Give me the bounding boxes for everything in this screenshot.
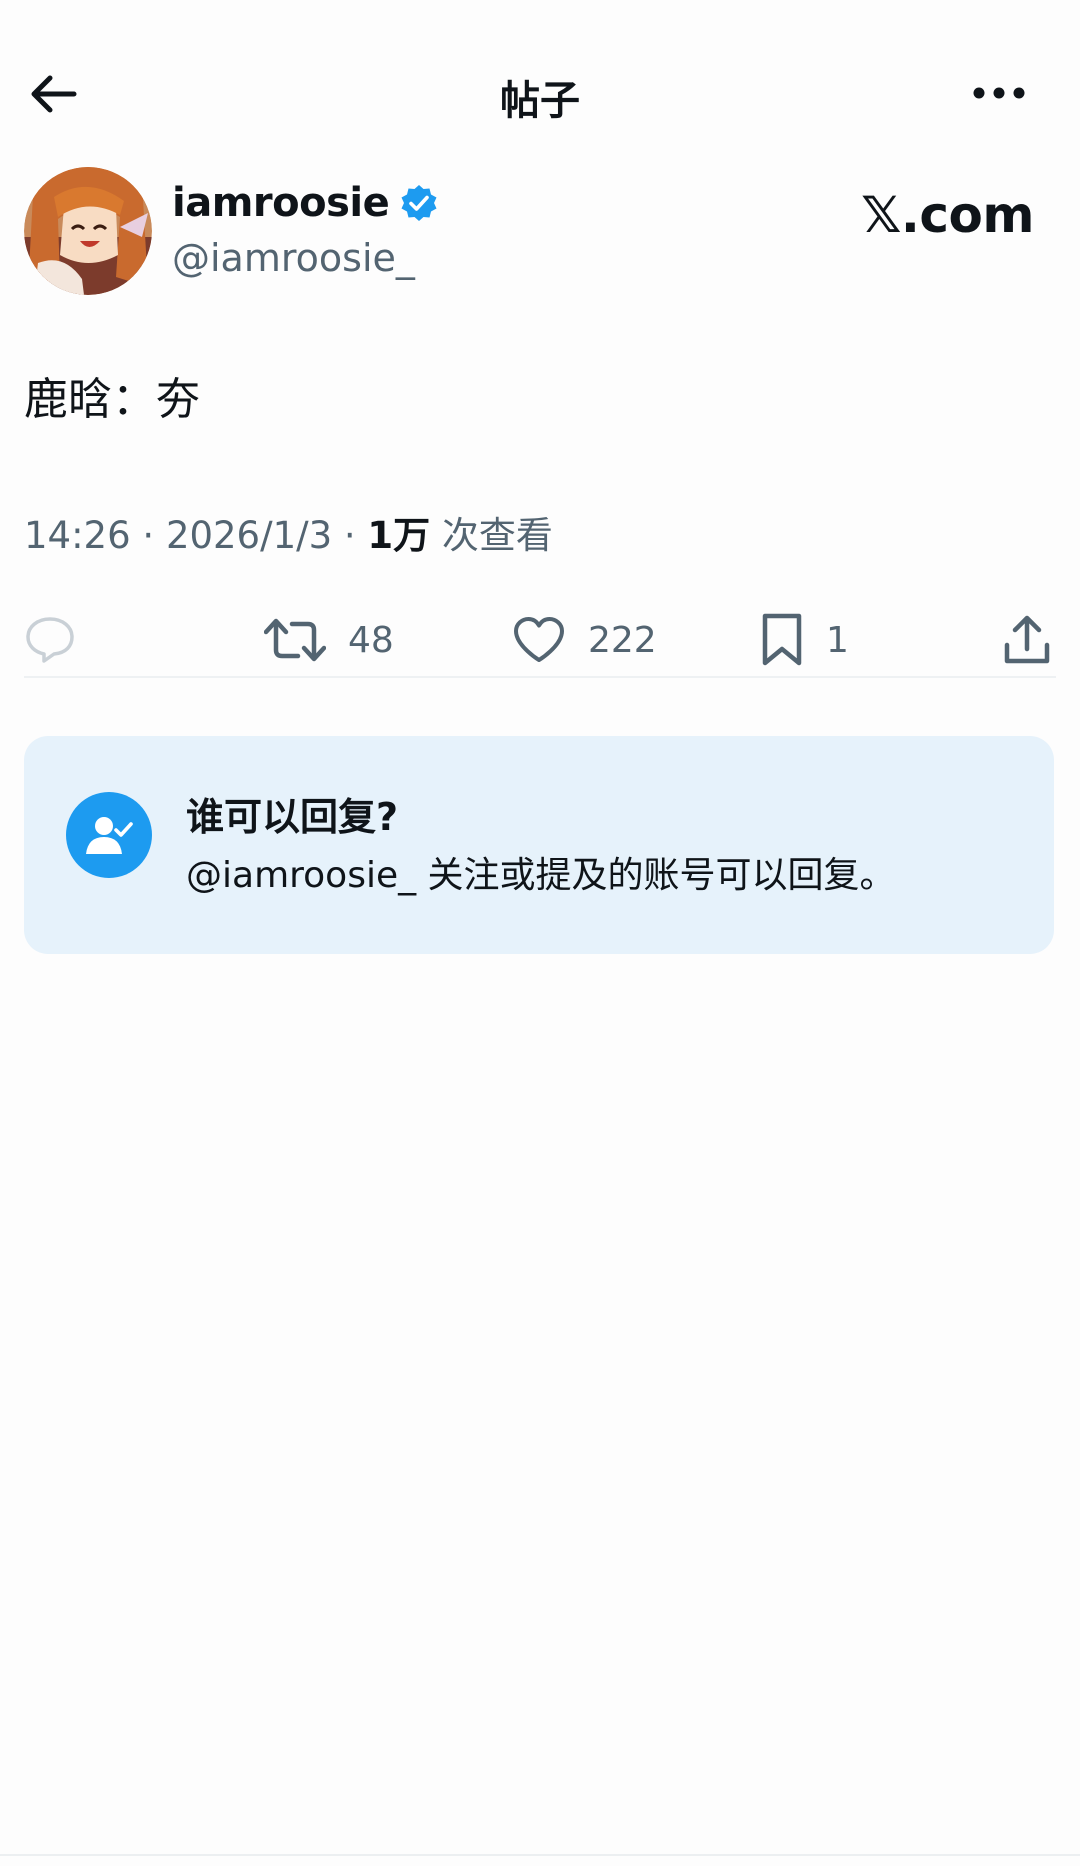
retweet-count: 48 xyxy=(348,619,394,661)
views-count[interactable]: 1万 xyxy=(367,514,430,557)
reply-settings-card: 谁可以回复? @iamroosie_ 关注或提及的账号可以回复。 xyxy=(24,736,1054,954)
retweet-icon xyxy=(264,618,326,662)
post-text: 鹿晗：夯 xyxy=(24,374,200,425)
page-title: 帖子 xyxy=(500,78,580,124)
reply-settings-description: @iamroosie_ 关注或提及的账号可以回复。 xyxy=(186,855,896,896)
share-button[interactable] xyxy=(1002,600,1052,680)
display-name-row: iamroosie xyxy=(172,180,439,226)
post-detail-page: 帖子 iamroosie @iamroosie_ 𝕏.com 鹿晗：夯 14:2… xyxy=(0,0,1080,1866)
bookmark-icon xyxy=(762,613,802,666)
meta-separator: · xyxy=(332,514,368,557)
reply-button[interactable] xyxy=(24,600,76,680)
heart-icon xyxy=(514,617,564,662)
user-check-icon xyxy=(66,792,152,878)
bottom-divider xyxy=(0,1854,1080,1856)
avatar[interactable] xyxy=(24,167,152,295)
avatar-image xyxy=(24,167,152,295)
like-button[interactable]: 222 xyxy=(512,600,657,680)
like-count: 222 xyxy=(588,619,657,661)
top-nav-bar: 帖子 xyxy=(0,0,1080,180)
divider xyxy=(24,676,1056,678)
post-time: 14:26 xyxy=(24,514,131,557)
retweet-button[interactable]: 48 xyxy=(264,600,394,680)
reply-bubble-icon xyxy=(26,617,74,663)
more-horizontal-icon xyxy=(973,87,1025,99)
bookmark-count: 1 xyxy=(826,619,849,661)
bookmark-button[interactable]: 1 xyxy=(760,600,849,680)
more-options-button[interactable] xyxy=(964,68,1034,118)
share-icon xyxy=(1004,615,1050,664)
user-handle[interactable]: @iamroosie_ xyxy=(172,236,415,280)
meta-separator: · xyxy=(130,514,166,557)
views-label: 次查看 xyxy=(430,514,553,557)
reply-settings-title: 谁可以回复? xyxy=(186,795,399,839)
post-date: 2026/1/3 xyxy=(165,514,333,557)
post-action-bar: 48 222 1 xyxy=(0,600,1080,680)
brand-watermark: 𝕏.com xyxy=(861,186,1034,244)
post-meta: 14:26 · 2026/1/3 · 1万 次查看 xyxy=(24,505,553,559)
verified-badge-icon xyxy=(401,185,437,221)
display-name[interactable]: iamroosie xyxy=(172,180,390,226)
